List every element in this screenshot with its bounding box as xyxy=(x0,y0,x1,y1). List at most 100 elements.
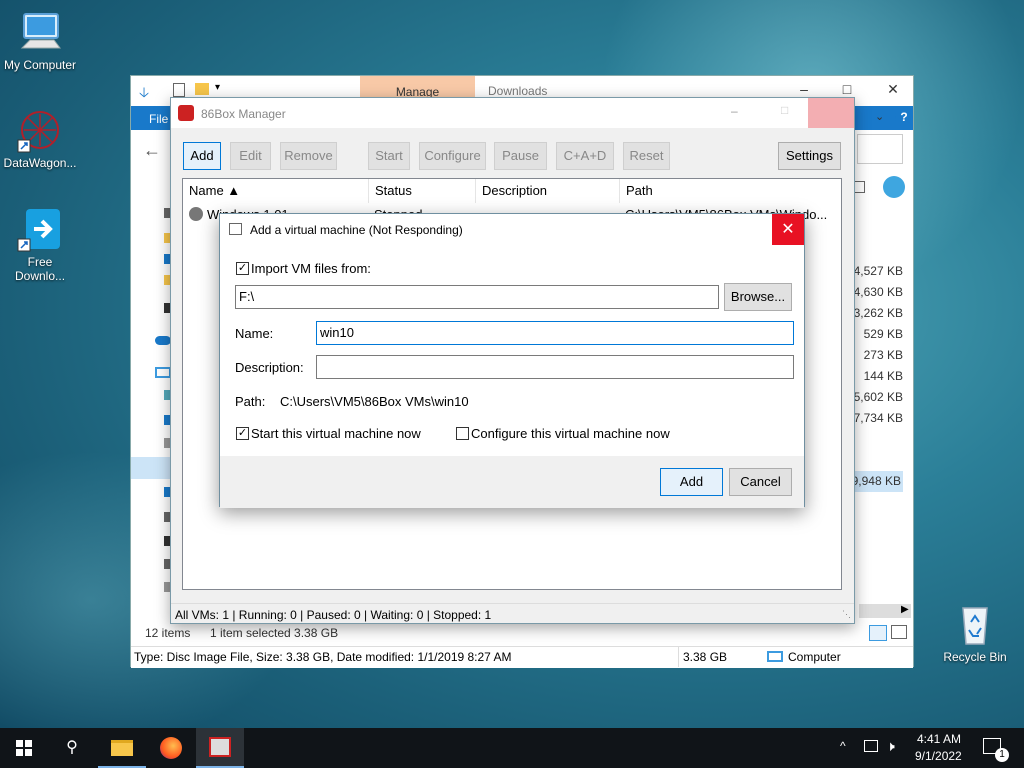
path-value: C:\Users\VM5\86Box VMs\win10 xyxy=(280,394,469,409)
details-text: Type: Disc Image File, Size: 3.38 GB, Da… xyxy=(134,650,512,664)
configure-vm-button[interactable]: Configure xyxy=(419,142,486,170)
network-icon[interactable] xyxy=(864,740,878,752)
pause-vm-button[interactable]: Pause xyxy=(494,142,547,170)
clock-time[interactable]: 4:41 AM xyxy=(917,732,961,746)
file-size-selected[interactable]: 9,948 KB xyxy=(849,471,903,492)
search-button[interactable]: ⚲ xyxy=(48,728,96,768)
manager-titlebar: 86Box Manager – □ xyxy=(171,98,854,128)
search-box[interactable] xyxy=(857,134,903,164)
scroll-right-icon[interactable]: ▶ xyxy=(901,604,909,615)
properties-icon[interactable] xyxy=(173,83,185,97)
manager-title: 86Box Manager xyxy=(201,107,286,121)
firefox-icon xyxy=(160,737,182,759)
details-location: Computer xyxy=(788,650,841,664)
computer-small-icon xyxy=(767,651,783,662)
file-size: 4,527 KB xyxy=(853,264,903,278)
back-icon[interactable]: ← xyxy=(143,140,161,161)
desktop-icon-label: DataWagon... xyxy=(3,156,77,170)
desktop-icon-recycle-bin[interactable]: Recycle Bin xyxy=(935,600,1015,664)
vm-stopped-icon xyxy=(189,207,203,221)
close-button[interactable]: ✕ xyxy=(883,81,903,97)
import-label: Import VM files from: xyxy=(251,261,371,276)
desktop-icon-free-download[interactable]: Free Downlo... xyxy=(0,205,80,283)
file-tab[interactable]: File xyxy=(149,112,168,126)
show-hidden-icons-icon[interactable]: ^ xyxy=(840,739,846,753)
edit-vm-button[interactable]: Edit xyxy=(230,142,271,170)
reset-vm-button[interactable]: Reset xyxy=(623,142,670,170)
taskbar: ⚲ ^ 🕨 4:41 AM 9/1/2022 1 xyxy=(0,728,1024,768)
desktop-icon-label: Free Downlo... xyxy=(15,255,66,283)
start-now-label: Start this virtual machine now xyxy=(251,426,421,441)
desktop-icon-datawagon[interactable]: DataWagon... xyxy=(0,106,80,170)
add-vm-dialog[interactable]: Add a virtual machine (Not Responding) ✕… xyxy=(219,213,805,508)
configure-now-label: Configure this virtual machine now xyxy=(471,426,670,441)
desktop-icon-label: My Computer xyxy=(3,58,77,72)
import-checkbox[interactable]: ✓ xyxy=(236,262,249,275)
settings-button[interactable]: Settings xyxy=(778,142,841,170)
datawagon-icon xyxy=(16,106,64,154)
file-size: 273 KB xyxy=(863,348,903,362)
search-icon: ⚲ xyxy=(66,739,78,756)
add-vm-button[interactable]: Add xyxy=(183,142,221,170)
details-view-icon[interactable] xyxy=(869,625,887,641)
window-icon xyxy=(229,223,242,235)
taskbar-firefox[interactable] xyxy=(147,728,195,768)
column-path[interactable]: Path xyxy=(620,179,842,203)
file-size: 4,630 KB xyxy=(853,285,903,299)
cad-button[interactable]: C+A+D xyxy=(556,142,614,170)
column-status[interactable]: Status xyxy=(369,179,476,203)
customize-qat-icon[interactable]: ▾ xyxy=(215,82,220,93)
this-pc-icon[interactable] xyxy=(155,367,171,378)
computer-icon xyxy=(16,8,64,56)
resize-grip-icon[interactable]: ⋱ xyxy=(842,609,851,620)
onedrive-icon[interactable] xyxy=(155,336,171,345)
windows-logo-icon xyxy=(16,740,32,756)
start-vm-button[interactable]: Start xyxy=(368,142,410,170)
help-icon[interactable]: ? xyxy=(895,108,913,126)
items-count: 12 items xyxy=(145,626,191,640)
name-field[interactable]: win10 xyxy=(316,321,794,345)
preview-globe-icon xyxy=(883,176,905,198)
details-size: 3.38 GB xyxy=(678,647,727,667)
86box-icon xyxy=(209,737,231,757)
description-label: Description: xyxy=(235,360,304,375)
new-folder-icon[interactable] xyxy=(195,83,209,95)
quick-access-down-icon[interactable]: 🡣 xyxy=(139,82,149,106)
maximize-button[interactable]: □ xyxy=(781,103,788,117)
cancel-button[interactable]: Cancel xyxy=(729,468,792,496)
name-label: Name: xyxy=(235,326,274,341)
taskbar-86box[interactable] xyxy=(196,728,244,768)
minimize-button[interactable]: – xyxy=(794,81,814,97)
maximize-button[interactable]: □ xyxy=(837,81,857,97)
desktop-icon-my-computer[interactable]: My Computer xyxy=(0,8,80,72)
folder-icon xyxy=(111,740,133,756)
taskbar-file-explorer[interactable] xyxy=(98,728,146,768)
dialog-titlebar: Add a virtual machine (Not Responding) ✕ xyxy=(220,214,804,245)
86box-logo-icon xyxy=(178,105,194,121)
desktop-icon-label: Recycle Bin xyxy=(943,650,1007,664)
ribbon-expand-icon[interactable]: ⌄ xyxy=(875,110,884,123)
volume-icon[interactable]: 🕨 xyxy=(886,738,895,755)
close-button[interactable] xyxy=(808,98,854,128)
import-path-field[interactable]: F:\ xyxy=(235,285,719,309)
selection-info: 1 item selected 3.38 GB xyxy=(210,626,339,640)
start-button[interactable] xyxy=(0,728,48,768)
close-button[interactable]: ✕ xyxy=(772,214,804,245)
start-now-checkbox[interactable]: ✓ xyxy=(236,427,249,440)
recycle-bin-icon xyxy=(951,600,999,648)
remove-vm-button[interactable]: Remove xyxy=(280,142,337,170)
description-field[interactable] xyxy=(316,355,794,379)
file-size xyxy=(849,429,903,450)
column-description[interactable]: Description xyxy=(476,179,620,203)
column-name[interactable]: Name ▲ xyxy=(183,179,369,203)
configure-now-checkbox[interactable] xyxy=(456,427,469,440)
browse-button[interactable]: Browse... xyxy=(724,283,792,311)
minimize-button[interactable]: – xyxy=(731,104,738,118)
file-size: 144 KB xyxy=(863,369,903,383)
large-icons-view-icon[interactable] xyxy=(891,625,907,639)
clock-date[interactable]: 9/1/2022 xyxy=(915,749,962,763)
add-button[interactable]: Add xyxy=(660,468,723,496)
dialog-title: Add a virtual machine (Not Responding) xyxy=(250,223,463,237)
path-label: Path: xyxy=(235,394,266,409)
details-bar: Type: Disc Image File, Size: 3.38 GB, Da… xyxy=(131,646,913,668)
